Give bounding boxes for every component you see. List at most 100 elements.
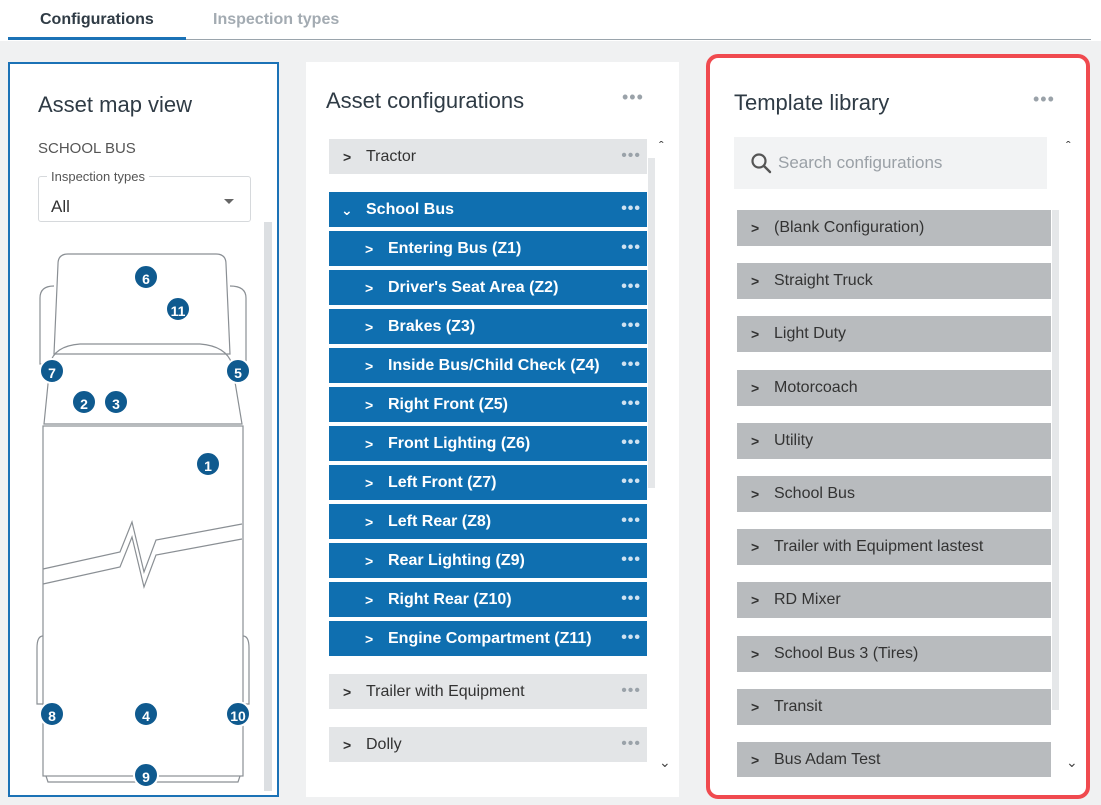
tab-configurations[interactable]: Configurations <box>40 11 154 29</box>
zone-item-label: Left Rear (Z8) <box>388 513 492 530</box>
chevron-right-icon: > <box>365 397 374 413</box>
template-library-scrollbar[interactable] <box>1052 210 1059 710</box>
template-library-panel: Template library ••• ˆ > (Blank Configur… <box>706 54 1090 799</box>
more-horizontal-icon[interactable]: ••• <box>621 396 641 412</box>
zone-1-marker[interactable]: 1 <box>195 451 221 477</box>
more-horizontal-icon[interactable]: ••• <box>621 683 641 699</box>
template-item-utility[interactable]: > Utility <box>737 422 1051 459</box>
bus-diagram <box>36 253 250 783</box>
template-item-label: Light Duty <box>774 325 847 343</box>
config-item-label: Dolly <box>366 736 402 753</box>
more-horizontal-icon[interactable]: ••• <box>621 279 641 295</box>
more-horizontal-icon[interactable]: ••• <box>621 736 641 752</box>
more-horizontal-icon[interactable]: ••• <box>621 630 641 646</box>
zone-item-rear-lighting[interactable]: > Rear Lighting (Z9) ••• <box>329 543 647 578</box>
template-item-label: Trailer with Equipment lastest <box>774 538 984 556</box>
config-item-label: Tractor <box>366 148 417 165</box>
zone-7-marker[interactable]: 7 <box>39 358 65 384</box>
template-item-school-bus-3-tires[interactable]: > School Bus 3 (Tires) <box>737 635 1051 672</box>
config-item-school-bus[interactable]: ⌄ School Bus ••• <box>329 192 647 227</box>
template-item-motorcoach[interactable]: > Motorcoach <box>737 369 1051 406</box>
zone-item-label: Driver's Seat Area (Z2) <box>388 279 559 296</box>
chevron-right-icon: > <box>365 592 374 608</box>
zone-item-front-lighting[interactable]: > Front Lighting (Z6) ••• <box>329 426 647 461</box>
zone-11-marker[interactable]: 11 <box>165 296 191 322</box>
zone-9-marker[interactable]: 9 <box>133 762 159 788</box>
chevron-down-icon[interactable]: ⌄ <box>659 754 671 771</box>
asset-configurations-scrollbar[interactable] <box>648 158 655 488</box>
zone-item-left-front[interactable]: > Left Front (Z7) ••• <box>329 465 647 500</box>
config-item-label: Trailer with Equipment <box>366 683 525 700</box>
chevron-down-icon: ⌄ <box>341 202 353 218</box>
zone-item-inside-bus-child-check[interactable]: > Inside Bus/Child Check (Z4) ••• <box>329 348 647 383</box>
template-library-list: > (Blank Configuration) > Straight Truck… <box>737 210 1051 777</box>
tab-inspection-types[interactable]: Inspection types <box>213 11 339 29</box>
zone-item-right-rear[interactable]: > Right Rear (Z10) ••• <box>329 582 647 617</box>
config-item-trailer-with-equipment[interactable]: > Trailer with Equipment ••• <box>329 674 647 709</box>
zone-item-label: Left Front (Z7) <box>388 474 497 491</box>
zone-3-marker[interactable]: 3 <box>103 389 129 415</box>
asset-map-panel: Asset map view SCHOOL BUS Inspection typ… <box>8 62 279 797</box>
zone-item-drivers-seat-area[interactable]: > Driver's Seat Area (Z2) ••• <box>329 270 647 305</box>
chevron-right-icon: > <box>365 241 374 257</box>
template-item-light-duty[interactable]: > Light Duty <box>737 316 1051 353</box>
template-item-straight-truck[interactable]: > Straight Truck <box>737 263 1051 300</box>
chevron-right-icon: > <box>365 280 374 296</box>
zone-item-label: Front Lighting (Z6) <box>388 435 531 452</box>
zone-item-left-rear[interactable]: > Left Rear (Z8) ••• <box>329 504 647 539</box>
more-horizontal-icon[interactable]: ••• <box>621 435 641 451</box>
zone-item-engine-compartment[interactable]: > Engine Compartment (Z11) ••• <box>329 621 647 656</box>
chevron-up-icon[interactable]: ˆ <box>1066 138 1071 154</box>
zone-item-label: Inside Bus/Child Check (Z4) <box>388 357 600 374</box>
more-horizontal-icon[interactable]: ••• <box>621 318 641 334</box>
more-horizontal-icon[interactable]: ••• <box>622 88 644 106</box>
config-item-dolly[interactable]: > Dolly ••• <box>329 727 647 762</box>
more-horizontal-icon[interactable]: ••• <box>1033 90 1055 108</box>
asset-map-scrollbar[interactable] <box>264 222 272 791</box>
template-item-label: Utility <box>774 431 814 449</box>
zone-10-marker[interactable]: 10 <box>225 701 251 727</box>
chevron-right-icon: > <box>365 358 374 374</box>
zone-2-marker[interactable]: 2 <box>71 389 97 415</box>
zone-4-marker[interactable]: 4 <box>133 701 159 727</box>
more-horizontal-icon[interactable]: ••• <box>621 201 641 217</box>
more-horizontal-icon[interactable]: ••• <box>621 148 641 164</box>
more-horizontal-icon[interactable]: ••• <box>621 240 641 256</box>
template-item-rd-mixer[interactable]: > RD Mixer <box>737 582 1051 619</box>
chevron-right-icon: > <box>751 379 760 396</box>
more-horizontal-icon[interactable]: ••• <box>621 357 641 373</box>
more-horizontal-icon[interactable]: ••• <box>621 513 641 529</box>
template-library-title: Template library <box>734 90 890 115</box>
template-item-label: Straight Truck <box>774 272 873 290</box>
chevron-right-icon: > <box>365 631 374 647</box>
chevron-down-icon[interactable]: ⌄ <box>1066 754 1078 771</box>
template-item-blank-configuration[interactable]: > (Blank Configuration) <box>737 210 1051 246</box>
template-item-bus-adam-test[interactable]: > Bus Adam Test <box>737 741 1051 777</box>
zone-5-marker[interactable]: 5 <box>225 358 251 384</box>
more-horizontal-icon[interactable]: ••• <box>621 591 641 607</box>
chevron-right-icon: > <box>365 475 374 491</box>
zone-item-right-front[interactable]: > Right Front (Z5) ••• <box>329 387 647 422</box>
more-horizontal-icon[interactable]: ••• <box>621 474 641 490</box>
search-icon <box>751 153 772 174</box>
chevron-up-icon[interactable]: ˆ <box>659 138 664 154</box>
template-item-trailer-with-equipment-lastest[interactable]: > Trailer with Equipment lastest <box>737 529 1051 566</box>
template-item-label: Motorcoach <box>774 378 858 396</box>
zone-8-marker[interactable]: 8 <box>39 701 65 727</box>
zone-item-brakes[interactable]: > Brakes (Z3) ••• <box>329 309 647 344</box>
chevron-right-icon: > <box>751 432 760 449</box>
chevron-right-icon: > <box>365 553 374 569</box>
chevron-right-icon: > <box>365 514 374 530</box>
chevron-right-icon: > <box>343 737 352 753</box>
asset-configurations-list: > Tractor ••• ⌄ School Bus ••• > Enterin… <box>329 139 647 766</box>
zone-item-label: Right Front (Z5) <box>388 396 508 413</box>
config-item-tractor[interactable]: > Tractor ••• <box>329 139 647 174</box>
chevron-right-icon: > <box>365 436 374 452</box>
more-horizontal-icon[interactable]: ••• <box>621 552 641 568</box>
zone-item-entering-bus[interactable]: > Entering Bus (Z1) ••• <box>329 231 647 266</box>
template-item-transit[interactable]: > Transit <box>737 688 1051 725</box>
template-item-school-bus[interactable]: > School Bus <box>737 475 1051 512</box>
chevron-right-icon: > <box>751 645 760 662</box>
search-configurations-input[interactable] <box>778 149 1038 177</box>
zone-6-marker[interactable]: 6 <box>133 264 159 290</box>
